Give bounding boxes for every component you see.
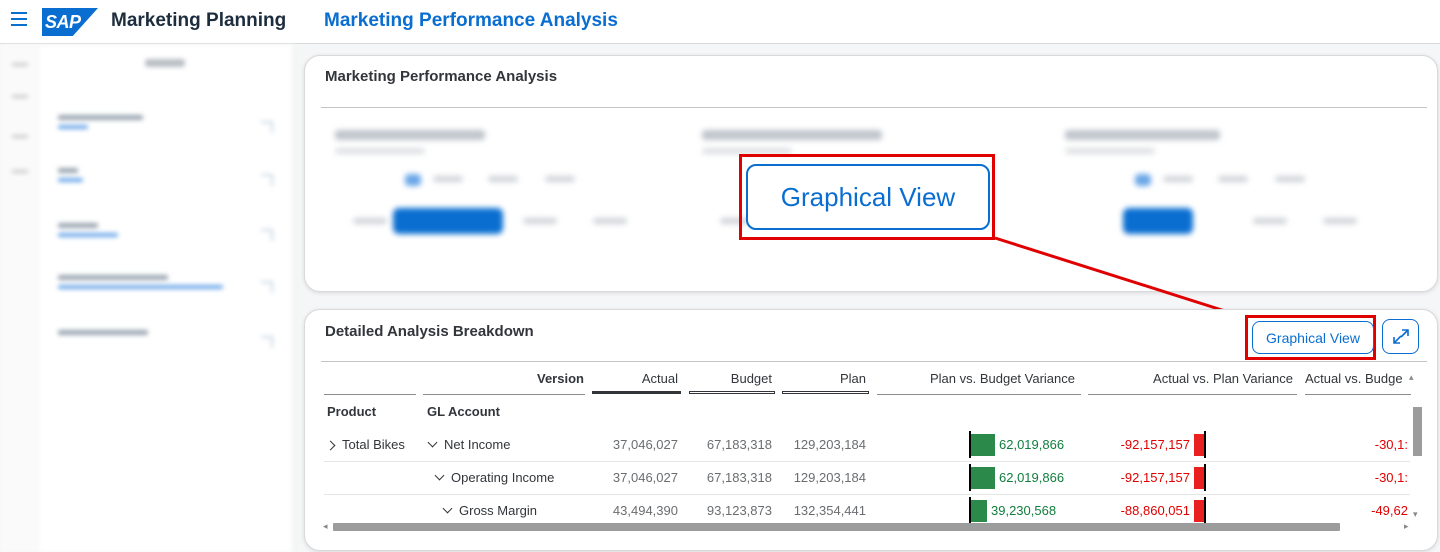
value-cell: 37,046,027: [612, 437, 678, 452]
value-cell: 93,123,873: [706, 503, 772, 518]
row-divider: [324, 461, 1410, 462]
col-actual-vs-plan[interactable]: Actual vs. Plan Variance: [1088, 371, 1293, 386]
kpi-tile: [323, 120, 643, 260]
header-underline: [423, 394, 585, 395]
value-cell: 67,183,318: [706, 470, 772, 485]
variance-cell: -92,157,157: [1120, 437, 1190, 452]
divider: [321, 107, 1427, 108]
value-cell: 129,203,184: [793, 437, 866, 452]
dimension-product[interactable]: Product: [327, 404, 376, 419]
value-cell: 132,354,441: [793, 503, 866, 518]
table-row[interactable]: Net Income: [427, 437, 511, 452]
col-budget[interactable]: Budget: [689, 371, 772, 386]
collapse-chevron-icon[interactable]: [442, 503, 453, 514]
variance-bar: [1194, 434, 1204, 456]
variance-cell: -30,1:: [1374, 437, 1408, 452]
row-divider: [324, 494, 1410, 495]
expand-chevron-icon[interactable]: [325, 440, 336, 451]
scroll-up-icon[interactable]: ▴: [1409, 372, 1414, 383]
variance-cell: 62,019,866: [999, 437, 1065, 452]
shell-bar: SAP Marketing Planning Marketing Perform…: [0, 0, 1440, 44]
expand-icon: [1393, 329, 1409, 344]
variance-cell: 62,019,866: [999, 470, 1065, 485]
nav-item[interactable]: [58, 223, 273, 259]
side-navigation: [0, 45, 294, 552]
header-underline: [1088, 394, 1297, 395]
graphical-view-zoomed-button[interactable]: Graphical View: [746, 164, 990, 230]
app-title: Marketing Planning: [111, 10, 287, 31]
column-indicator: [592, 391, 681, 394]
scroll-left-icon[interactable]: ◂: [323, 521, 328, 532]
value-cell: 67,183,318: [706, 437, 772, 452]
variance-bar: [971, 500, 987, 522]
horizontal-scrollbar[interactable]: [333, 523, 1340, 531]
nav-item[interactable]: [58, 275, 273, 311]
collapse-chevron-icon[interactable]: [427, 437, 438, 448]
graphical-view-callout: Graphical View: [739, 154, 995, 240]
scroll-down-icon[interactable]: ▾: [1413, 509, 1418, 520]
col-plan[interactable]: Plan: [782, 371, 866, 386]
page-title[interactable]: Marketing Performance Analysis: [324, 10, 618, 32]
value-cell: 43,494,390: [612, 503, 678, 518]
account-cell: Operating Income: [451, 470, 555, 485]
card-title: Marketing Performance Analysis: [325, 68, 558, 85]
variance-bar: [1194, 500, 1204, 522]
account-cell: Net Income: [444, 437, 511, 452]
dimension-gl-account[interactable]: GL Account: [427, 404, 500, 419]
account-cell: Gross Margin: [459, 503, 538, 518]
card-title: Detailed Analysis Breakdown: [325, 323, 534, 340]
nav-item[interactable]: [58, 168, 273, 204]
table-row[interactable]: Operating Income: [434, 470, 555, 485]
table-divider: [321, 361, 1427, 362]
col-plan-vs-budget[interactable]: Plan vs. Budget Variance: [877, 371, 1075, 386]
analysis-breakdown-card: Detailed Analysis Breakdown Graphical Vi…: [304, 309, 1438, 551]
collapse-chevron-icon[interactable]: [434, 470, 445, 481]
variance-cell: -92,157,157: [1120, 470, 1190, 485]
axis-line: [1204, 431, 1206, 458]
expand-button[interactable]: [1382, 319, 1419, 354]
graphical-view-button[interactable]: Graphical View: [1252, 321, 1374, 354]
col-actual[interactable]: Actual: [592, 371, 678, 386]
variance-cell: 39,230,568: [991, 503, 1057, 518]
vertical-scrollbar[interactable]: [1413, 407, 1422, 456]
menu-icon[interactable]: [11, 12, 27, 28]
header-underline: [324, 394, 416, 395]
kpi-tile: [1053, 120, 1373, 260]
header-underline: [1305, 394, 1411, 395]
graphical-view-highlight: Graphical View: [1245, 315, 1376, 360]
table-row[interactable]: Total Bikes: [325, 437, 405, 452]
header-underline: [877, 394, 1081, 395]
variance-cell: -88,860,051: [1120, 503, 1190, 518]
nav-item[interactable]: [58, 115, 273, 151]
variance-bar: [971, 467, 995, 489]
variance-cell: -49,62: [1371, 503, 1408, 518]
variance-cell: -30,1:: [1374, 470, 1408, 485]
axis-line: [1204, 497, 1206, 524]
nav-item[interactable]: [58, 330, 273, 366]
version-label: Version: [537, 371, 584, 386]
product-cell: Total Bikes: [342, 437, 405, 452]
column-indicator: [689, 391, 775, 394]
nav-rail: [0, 45, 40, 552]
value-cell: 37,046,027: [612, 470, 678, 485]
scroll-right-icon[interactable]: ▸: [1404, 521, 1409, 532]
table-row[interactable]: Gross Margin: [442, 503, 538, 518]
axis-line: [1204, 464, 1206, 491]
variance-bar: [971, 434, 995, 456]
value-cell: 129,203,184: [793, 470, 866, 485]
variance-bar: [1194, 467, 1204, 489]
column-indicator: [782, 391, 869, 394]
sap-logo[interactable]: SAP: [42, 8, 98, 36]
col-actual-vs-budget[interactable]: Actual vs. Budge: [1305, 371, 1408, 386]
